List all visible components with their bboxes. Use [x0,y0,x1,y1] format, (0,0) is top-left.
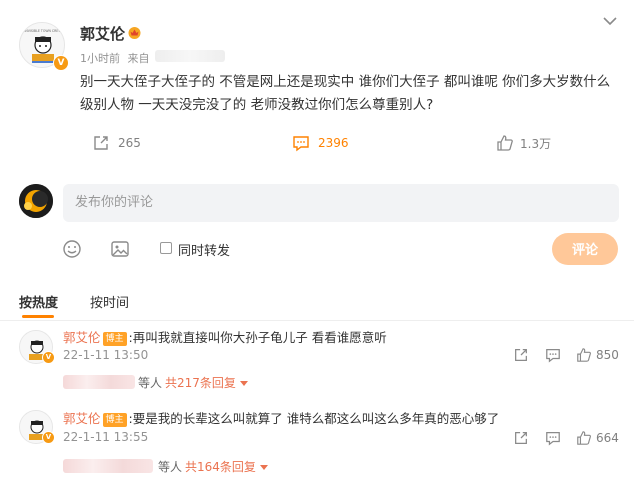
tab-sort-time[interactable]: 按时间 [90,292,129,311]
repost-button[interactable]: 265 [92,134,141,152]
reply-users-suffix: 等人 [138,376,163,390]
comment-input-placeholder: 发布你的评论 [75,195,154,210]
submit-comment-button[interactable]: 评论 [552,233,618,265]
verified-badge-icon: V [42,351,55,364]
verified-badge-icon: V [53,55,69,71]
tab-active-indicator [22,315,54,318]
comment-input[interactable]: 发布你的评论 [63,184,619,222]
post-meta: 1小时前 来自 [80,50,150,66]
caret-down-icon [259,460,268,474]
current-user-avatar[interactable] [19,184,53,218]
comment-like-count: 664 [596,431,619,445]
comment-body: 郭艾伦 博主:再叫我就直接叫你大孙子龟儿子 看看谁愿意听 [63,327,387,346]
image-upload-icon[interactable] [110,239,130,259]
reply-users-redacted [63,459,153,473]
reply-icon[interactable] [545,347,561,363]
reply-icon[interactable] [545,430,561,446]
comment-author[interactable]: 郭艾伦 [63,411,101,426]
thumbs-up-icon [496,134,514,152]
author-tag-badge: 博主 [102,413,127,427]
view-replies-link[interactable]: 等人 共164条回复 [158,458,268,475]
repost-checkbox-label[interactable]: 同时转发 [178,240,230,259]
reply-users-suffix: 等人 [158,460,183,474]
repost-checkbox[interactable] [160,242,172,254]
share-icon[interactable] [513,430,529,446]
post-author-name[interactable]: 郭艾伦 [80,23,125,44]
current-user-avatar-image [19,184,53,218]
comment-text: :再叫我就直接叫你大孙子龟儿子 看看谁愿意听 [128,330,387,345]
comment-button[interactable]: 2396 [292,134,349,152]
post-time[interactable]: 1小时前 [80,52,120,65]
svg-text:INVISIBLE TOWN CREW: INVISIBLE TOWN CREW [24,29,62,33]
comment-like-button[interactable]: 664 [576,430,619,446]
reply-users-redacted [63,375,135,389]
tab-sort-hot[interactable]: 按热度 [19,292,58,311]
like-count: 1.3万 [520,136,552,151]
comment-like-count: 850 [596,348,619,362]
repost-count: 265 [118,136,141,150]
thumbs-up-icon [576,430,592,446]
verified-crown-icon [127,25,142,44]
thumbs-up-icon [576,347,592,363]
like-button[interactable]: 1.3万 [496,134,551,152]
comment-author[interactable]: 郭艾伦 [63,330,101,345]
reply-count: 共164条回复 [185,460,256,474]
comment-time: 22-1-11 13:50 [63,348,149,362]
comment-body: 郭艾伦 博主:要是我的长辈这么叫就算了 谁特么都这么叫这么多年真的恶心够了 [63,408,499,427]
verified-badge-icon: V [42,431,55,444]
post-source-redacted [155,50,225,62]
comment-text: :要是我的长辈这么叫就算了 谁特么都这么叫这么多年真的恶心够了 [128,411,500,426]
post-source-label: 来自 [127,52,150,65]
chevron-down-icon[interactable] [603,16,617,26]
comment-icon [292,134,310,152]
comment-like-button[interactable]: 850 [576,347,619,363]
author-tag-badge: 博主 [102,332,127,346]
reply-count: 共217条回复 [165,376,236,390]
emoji-icon[interactable] [62,239,82,259]
post-text: 别一天大侄子大侄子的 不管是网上还是现实中 谁你们大侄子 都叫谁呢 你们多大岁数… [80,74,611,113]
comment-time: 22-1-11 13:55 [63,430,149,444]
caret-down-icon [239,376,248,390]
tabs-divider [0,320,634,321]
comment-count: 2396 [318,136,349,150]
share-icon[interactable] [513,347,529,363]
view-replies-link[interactable]: 等人 共217条回复 [138,374,248,391]
share-icon [92,134,110,152]
